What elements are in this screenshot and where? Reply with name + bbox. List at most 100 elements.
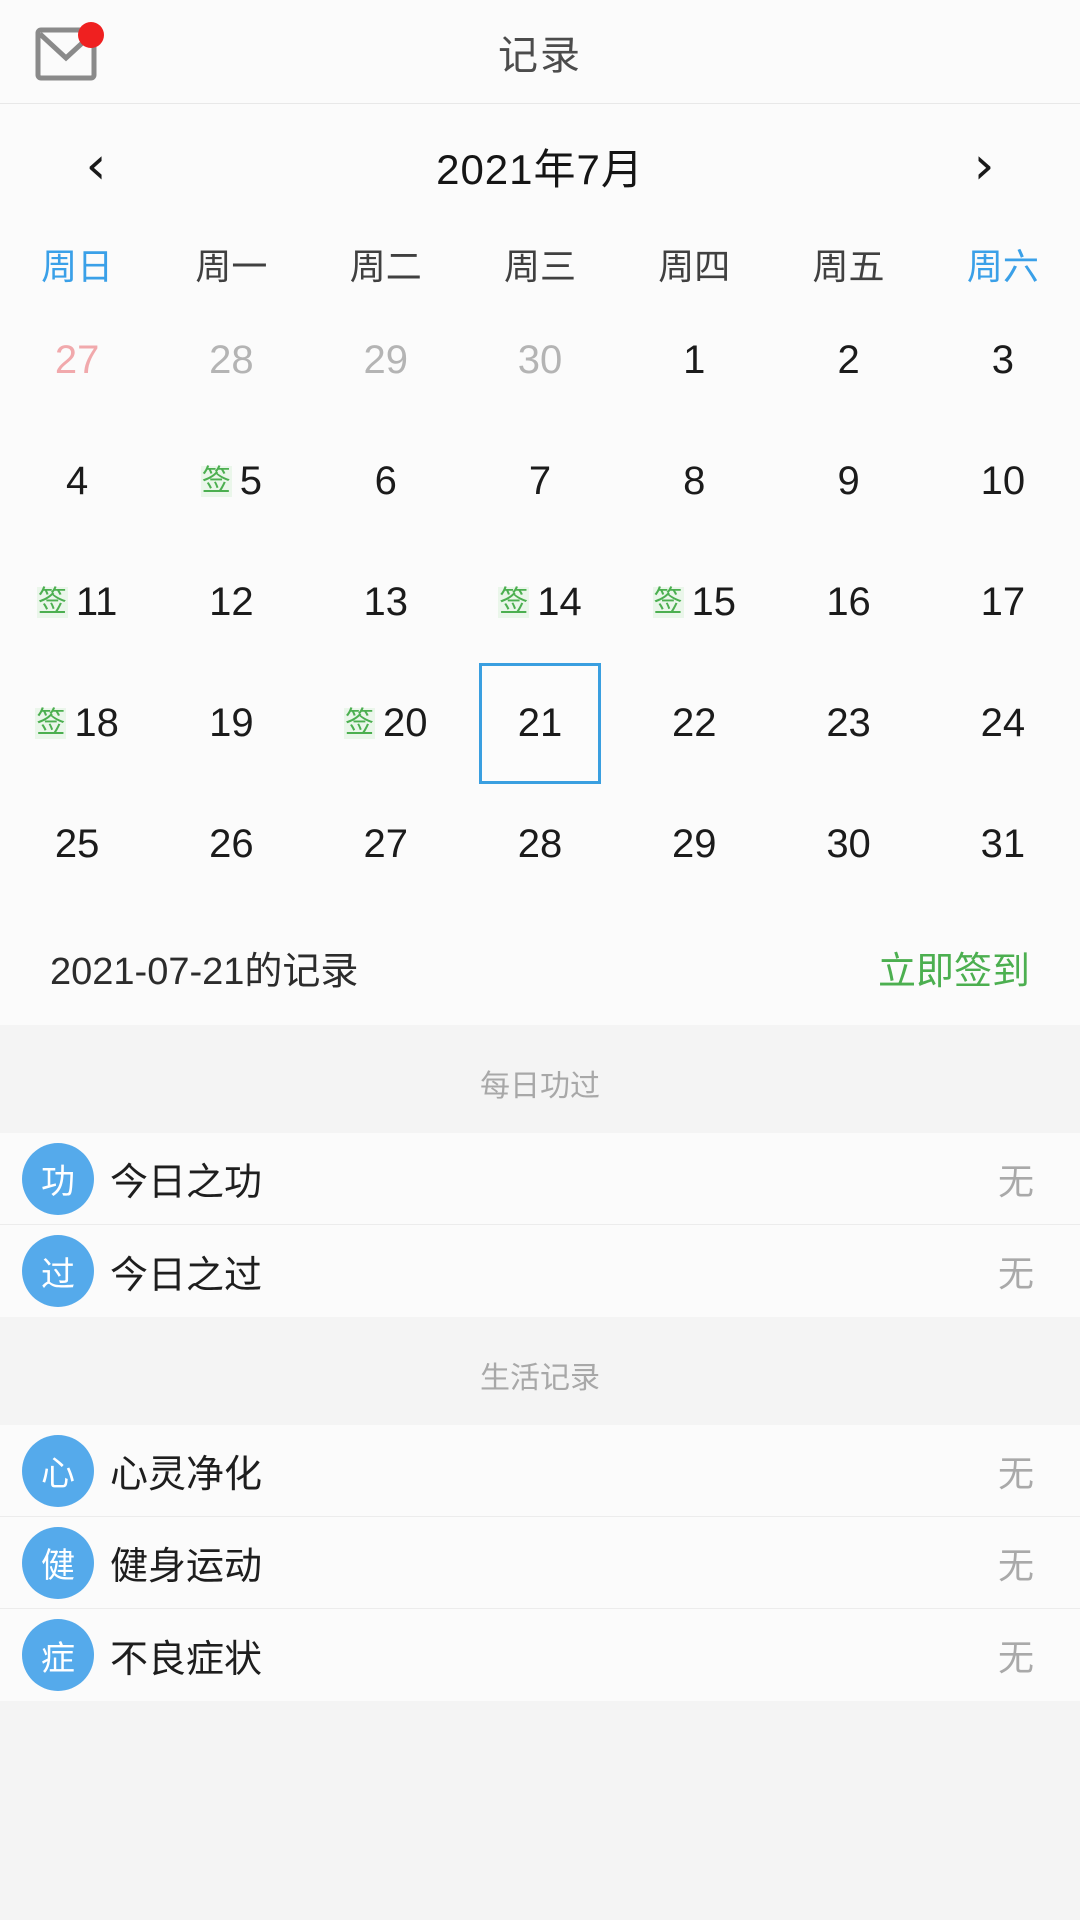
calendar-day[interactable]: 13 <box>309 542 463 663</box>
calendar-day-inner: 10 <box>943 421 1063 542</box>
top-bar: 记录 <box>0 0 1080 104</box>
calendar-day[interactable]: 签 14 <box>463 542 617 663</box>
calendar-day[interactable]: 6 <box>309 421 463 542</box>
calendar-day-inner: 7 <box>480 421 600 542</box>
record-date-label: 2021-07-21的记录 <box>50 950 359 993</box>
calendar-day-number: 26 <box>209 822 254 866</box>
calendar-day[interactable]: 7 <box>463 421 617 542</box>
calendar: ‹ 2021年7月 › 周日 周一 周二 周三 周四 周五 周六 27 28 29 30 1 2 3 4 签… <box>0 104 1080 909</box>
calendar-day[interactable]: 签5 <box>154 421 308 542</box>
calendar-day[interactable]: 30 <box>771 784 925 905</box>
record-row[interactable]: 心心灵净化 无 <box>0 1425 1080 1517</box>
calendar-day[interactable]: 24 <box>926 663 1080 784</box>
calendar-day[interactable]: 3 <box>926 300 1080 421</box>
calendar-day[interactable]: 27 <box>309 784 463 905</box>
record-row-label: 不良症状 <box>110 1638 263 1681</box>
calendar-day-number: 23 <box>826 701 871 745</box>
calendar-day-number: 6 <box>374 459 397 503</box>
calendar-day[interactable]: 28 <box>463 784 617 905</box>
calendar-day-number: 20 <box>382 701 428 745</box>
calendar-day[interactable]: 2 <box>771 300 925 421</box>
calendar-day-inner: 17 <box>943 542 1063 663</box>
calendar-day[interactable]: 签 20 <box>309 663 463 784</box>
calendar-day-selected[interactable]: 21 <box>463 663 617 784</box>
calendar-day-grid: 27 28 29 30 1 2 3 4 签 5 6 7 8 9 10 签 11 12 13 签 14 签 15 16 17 签 18… <box>0 300 1080 905</box>
calendar-month-title: 2021年7月 <box>436 145 644 193</box>
record-sections: 每日功过功今日之功无过今日之过无生活记录心心灵净化无健健身运动无症不良症状无 <box>0 1025 1080 1701</box>
weekday-label: 周六 <box>966 246 1039 287</box>
checkin-button[interactable]: 立即签到 <box>878 940 1030 995</box>
calendar-day-number: 4 <box>66 459 89 503</box>
calendar-day-inner: 29 <box>326 300 446 421</box>
record-badge-icon: 健 <box>22 1526 94 1599</box>
calendar-day-number: 18 <box>74 701 119 745</box>
calendar-day[interactable]: 9 <box>771 421 925 542</box>
mail-icon[interactable] <box>30 22 108 84</box>
calendar-day-number: 21 <box>517 701 563 745</box>
calendar-day-inner: 签 20 <box>326 663 446 784</box>
calendar-day-inner: 签 11 <box>17 542 137 663</box>
next-month-button[interactable]: › <box>954 140 1014 192</box>
signed-mark-icon: 签 <box>343 707 375 739</box>
calendar-day[interactable]: 29 <box>617 784 771 905</box>
calendar-day-inner: 25 <box>17 784 137 905</box>
calendar-day-inner: 1 <box>634 300 754 421</box>
record-row-value: 无 <box>997 1544 1034 1586</box>
calendar-day[interactable]: 27 <box>0 300 154 421</box>
calendar-header: ‹ 2021年7月 › <box>0 112 1080 220</box>
weekday-label: 周一 <box>195 246 268 287</box>
calendar-day[interactable]: 签 15 <box>617 542 771 663</box>
calendar-day[interactable]: 1 <box>617 300 771 421</box>
record-row[interactable]: 健健身运动 无 <box>0 1517 1080 1609</box>
calendar-day[interactable]: 19 <box>154 663 308 784</box>
calendar-day[interactable]: 26 <box>154 784 308 905</box>
calendar-day-inner: 9 <box>789 421 909 542</box>
calendar-day[interactable]: 16 <box>771 542 925 663</box>
signed-mark-icon: 签 <box>200 465 232 497</box>
calendar-day[interactable]: 29 <box>309 300 463 421</box>
calendar-day[interactable]: 30 <box>463 300 617 421</box>
record-section-title: 生活记录 <box>480 1362 600 1395</box>
calendar-day-inner: 30 <box>480 300 600 421</box>
calendar-day-inner: 23 <box>789 663 909 784</box>
record-row[interactable]: 症不良症状 无 <box>0 1609 1080 1701</box>
calendar-day[interactable]: 23 <box>771 663 925 784</box>
calendar-day[interactable]: 28 <box>154 300 308 421</box>
signed-mark-icon: 签 <box>36 586 68 618</box>
calendar-day[interactable]: 8 <box>617 421 771 542</box>
weekday-label: 周二 <box>349 246 422 287</box>
calendar-day-number: 27 <box>363 822 408 866</box>
calendar-day-number: 31 <box>980 822 1026 866</box>
calendar-day[interactable]: 签 18 <box>0 663 154 784</box>
calendar-day[interactable]: 22 <box>617 663 771 784</box>
calendar-day-inner: 30 <box>789 784 909 905</box>
calendar-day[interactable]: 17 <box>926 542 1080 663</box>
calendar-day-inner: 22 <box>634 663 754 784</box>
record-badge-icon: 功 <box>22 1142 94 1215</box>
calendar-day[interactable]: 4 <box>0 421 154 542</box>
record-row-label: 今日之功 <box>110 1162 263 1204</box>
calendar-day-number: 17 <box>980 580 1026 624</box>
calendar-day-number: 30 <box>826 822 871 866</box>
record-row[interactable]: 过今日之过 无 <box>0 1225 1080 1317</box>
calendar-day[interactable]: 25 <box>0 784 154 905</box>
record-row[interactable]: 功今日之功 无 <box>0 1133 1080 1225</box>
weekday-label: 周五 <box>812 246 885 287</box>
signed-mark-icon: 签 <box>35 707 67 739</box>
weekday-label: 周四 <box>658 246 731 287</box>
calendar-day-inner: 21 <box>478 663 601 784</box>
calendar-day-inner: 签 14 <box>480 542 600 663</box>
calendar-day-inner: 19 <box>171 663 291 784</box>
calendar-day-number: 16 <box>826 580 871 624</box>
calendar-day[interactable]: 签 11 <box>0 542 154 663</box>
calendar-day[interactable]: 31 <box>926 784 1080 905</box>
calendar-day[interactable]: 12 <box>154 542 308 663</box>
record-section-title: 每日功过 <box>480 1070 600 1103</box>
calendar-day-number: 15 <box>691 580 737 624</box>
signed-mark-icon: 签 <box>498 586 530 618</box>
record-row-value: 无 <box>997 1253 1034 1294</box>
calendar-day-inner: 6 <box>326 421 446 542</box>
calendar-day[interactable]: 10 <box>926 421 1080 542</box>
prev-month-button[interactable]: ‹ <box>66 140 126 192</box>
calendar-day-number: 8 <box>683 459 706 503</box>
